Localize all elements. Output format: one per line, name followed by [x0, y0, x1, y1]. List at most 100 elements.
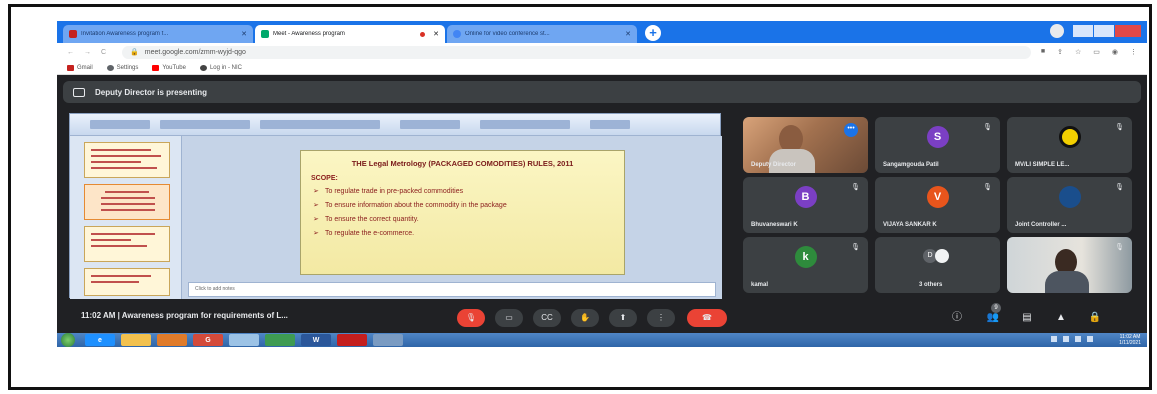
tray-icon[interactable] — [1063, 336, 1069, 342]
more-options-button[interactable]: ⋮ — [647, 309, 675, 327]
tab-invitation[interactable]: Invitation Awareness program f... ✕ — [63, 25, 253, 43]
participant-tile-mvli[interactable]: 🎙 MV/LI SIMPLE LE... — [1007, 117, 1132, 173]
mic-off-icon: 🎙 — [983, 184, 992, 191]
back-icon[interactable]: ← — [67, 49, 74, 56]
captions-button[interactable]: CC — [533, 309, 561, 327]
tab-meet[interactable]: Meet - Awareness program ✕ — [255, 25, 445, 43]
tray-icon[interactable] — [1075, 336, 1081, 342]
present-button[interactable]: ⬆ — [609, 309, 637, 327]
tab-label: Online for video conference st... — [465, 31, 550, 37]
bookmark-nic[interactable]: Log in - NIC — [199, 64, 242, 71]
minimize-button[interactable] — [1073, 25, 1093, 37]
participant-tile-bhuvaneswari[interactable]: 🎙 B Bhuvaneswari K — [743, 177, 868, 233]
participant-tile-kamal[interactable]: 🎙 k kamal — [743, 237, 868, 293]
taskbar-clock[interactable]: 11:02 AM 1/11/2021 — [1119, 334, 1141, 346]
slide-scope-label: SCOPE: — [311, 175, 338, 182]
slide-bullet: To regulate trade in pre-packed commodit… — [311, 187, 614, 196]
meeting-info: 11:02 AM | Awareness program for require… — [81, 311, 288, 320]
address-bar-row: ← → C 🔒 meet.google.com/zmm-wyjd-qgo ■ ⇪… — [57, 43, 1147, 61]
mic-button[interactable]: 🎙 — [457, 309, 485, 327]
participant-tile-self-video[interactable]: 🎙 — [1007, 237, 1132, 293]
folder-icon[interactable] — [121, 334, 151, 346]
mic-off-icon: 🎙 — [1115, 184, 1124, 191]
tray-icon[interactable] — [1051, 336, 1057, 342]
slide-thumbnail — [84, 268, 170, 296]
meet-icon — [261, 30, 269, 38]
close-icon[interactable]: ✕ — [433, 30, 439, 38]
star-icon[interactable]: ☆ — [1075, 48, 1081, 56]
clock-date: 1/11/2021 — [1119, 340, 1141, 346]
cast-icon[interactable]: ▭ — [1093, 48, 1100, 56]
acrobat-icon[interactable] — [337, 334, 367, 346]
forward-icon[interactable]: → — [84, 49, 91, 56]
mic-off-icon: 🎙 — [851, 184, 860, 191]
chrome-icon[interactable]: G — [193, 334, 223, 346]
participant-tile-joint-controller[interactable]: 🎙 Joint Controller ... — [1007, 177, 1132, 233]
url-field[interactable]: 🔒 meet.google.com/zmm-wyjd-qgo — [122, 45, 1031, 59]
share-icon[interactable]: ⇪ — [1057, 48, 1063, 56]
app-icon[interactable] — [373, 334, 403, 346]
mic-off-icon: 🎙 — [851, 244, 860, 251]
app-icon[interactable] — [265, 334, 295, 346]
extension-icon[interactable]: ◉ — [1112, 48, 1118, 56]
word-icon[interactable]: W — [301, 334, 331, 346]
browser-tools: ■ ⇪ ☆ ▭ ◉ ⋮ — [1041, 48, 1137, 56]
camera-icon[interactable]: ■ — [1041, 48, 1045, 56]
internet-explorer-icon[interactable]: e — [85, 334, 115, 346]
menu-icon[interactable]: ⋮ — [1130, 48, 1137, 56]
maximize-button[interactable] — [1094, 25, 1114, 37]
slide-thumbnail — [84, 142, 170, 178]
activities-icon[interactable]: ▲ — [1053, 310, 1069, 326]
mic-off-icon: 🎙 — [1115, 124, 1124, 131]
system-tray — [1051, 336, 1093, 342]
slide-thumbnail — [84, 184, 170, 220]
app-icon[interactable] — [229, 334, 259, 346]
slide-title: THE Legal Metrology (PACKAGED COMODITIES… — [351, 159, 574, 168]
participant-name: 3 others — [919, 282, 943, 288]
mic-off-icon: 🎙 — [1115, 244, 1124, 251]
avatar: k — [794, 246, 817, 268]
more-options-icon[interactable]: ••• — [844, 123, 858, 137]
close-icon[interactable]: ✕ — [625, 30, 631, 38]
window-controls — [1050, 24, 1141, 38]
participant-tile-others[interactable]: D 3 others — [875, 237, 1000, 293]
volume-icon[interactable] — [1087, 336, 1093, 342]
participant-video — [1007, 237, 1132, 293]
info-icon[interactable]: ⓘ — [949, 310, 965, 326]
media-player-icon[interactable] — [157, 334, 187, 346]
bookmark-gmail[interactable]: Gmail — [67, 64, 93, 71]
tab-label: Invitation Awareness program f... — [81, 31, 169, 37]
avatar — [935, 249, 949, 263]
slide-thumbnail — [84, 226, 170, 262]
bookmark-youtube[interactable]: YouTube — [152, 64, 186, 71]
browser-tab-strip: Invitation Awareness program f... ✕ Meet… — [57, 21, 1147, 43]
bookmark-settings[interactable]: Settings — [106, 64, 138, 71]
participant-tile-deputy-director[interactable]: ••• Deputy Director — [743, 117, 868, 173]
participant-tile-vijaya[interactable]: 🎙 V VIJAYA SANKAR K — [875, 177, 1000, 233]
start-button[interactable] — [61, 333, 75, 347]
participant-name: MV/LI SIMPLE LE... — [1015, 162, 1070, 168]
gmail-icon — [69, 30, 77, 38]
participant-name: Deputy Director — [751, 162, 797, 168]
avatar: S — [926, 126, 949, 148]
participant-count-badge: 9 — [991, 303, 1001, 313]
tab-online[interactable]: Online for video conference st... ✕ — [447, 25, 637, 43]
logo-avatar — [1058, 186, 1081, 208]
camera-button[interactable]: ▭ — [495, 309, 523, 327]
notes-pane[interactable]: Click to add notes — [188, 282, 716, 297]
slide-bullet: To ensure information about the commodit… — [311, 201, 614, 210]
tab-label: Meet - Awareness program — [273, 31, 345, 37]
participant-tile-sangamgouda[interactable]: 🎙 S Sangamgouda Patil — [875, 117, 1000, 173]
reload-icon[interactable]: C — [101, 49, 106, 56]
host-controls-icon[interactable]: 🔒 — [1087, 310, 1103, 326]
profile-icon[interactable] — [1050, 24, 1064, 38]
leave-call-button[interactable]: ☎ — [687, 309, 727, 327]
search-icon — [453, 30, 461, 38]
presenting-text: Deputy Director is presenting — [95, 87, 208, 97]
close-icon[interactable]: ✕ — [241, 30, 247, 38]
raise-hand-button[interactable]: ✋ — [571, 309, 599, 327]
image-frame: Invitation Awareness program f... ✕ Meet… — [8, 4, 1152, 390]
chat-icon[interactable]: ▤ — [1019, 310, 1035, 326]
close-window-button[interactable] — [1115, 25, 1141, 37]
new-tab-button[interactable]: + — [645, 25, 661, 41]
